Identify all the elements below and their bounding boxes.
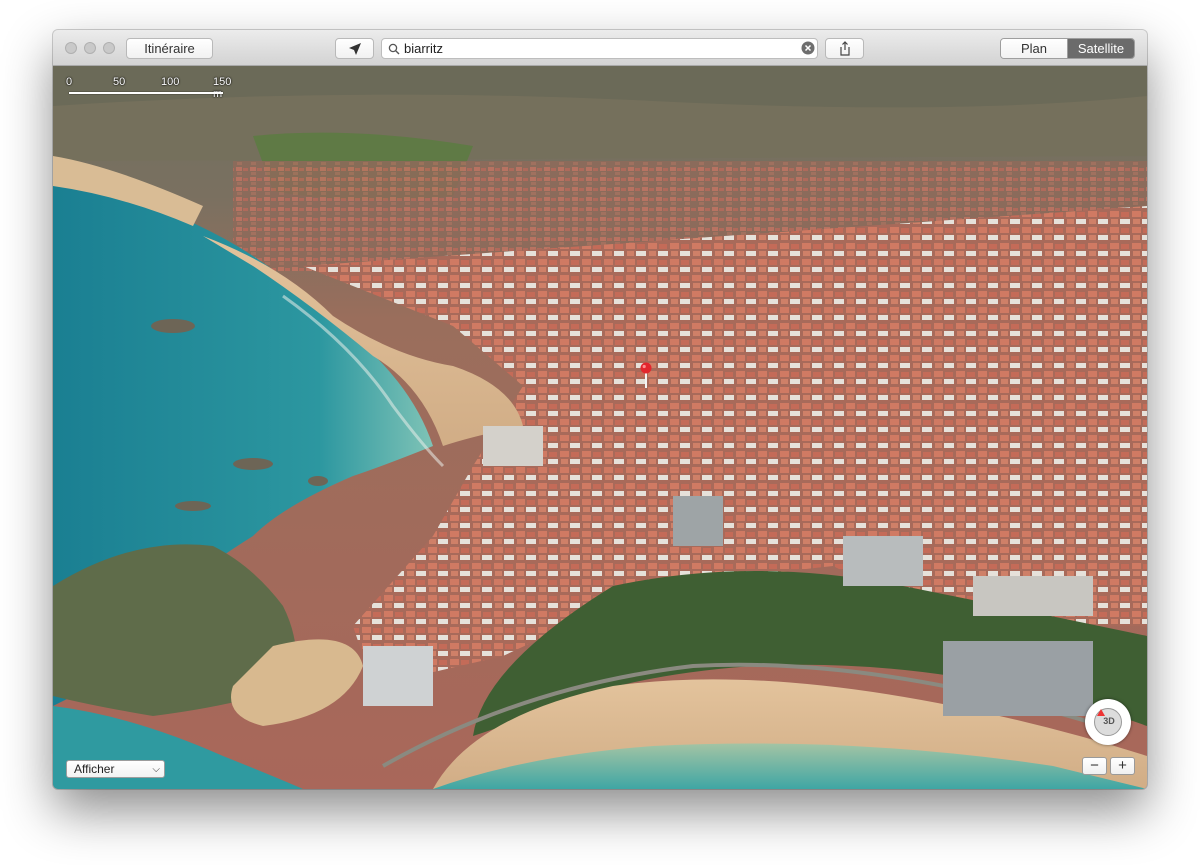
view-mode-control: Plan Satellite bbox=[1000, 38, 1135, 59]
chevron-down-icon: ⌵ bbox=[152, 764, 160, 775]
display-menu[interactable]: Afficher ⌵ bbox=[66, 760, 165, 778]
toolbar: Itinéraire biarritz Plan Satellite bbox=[53, 30, 1147, 66]
share-button[interactable] bbox=[825, 38, 864, 59]
compass-3d-label: 3D bbox=[1103, 716, 1115, 726]
compass-icon[interactable]: 3D bbox=[1085, 699, 1131, 745]
compass-dial: 3D bbox=[1094, 708, 1122, 736]
zoom-out-button[interactable]: − bbox=[1082, 757, 1107, 775]
location-arrow-icon bbox=[349, 43, 361, 55]
minimize-window-button[interactable] bbox=[84, 42, 96, 54]
scale-bar: 0 50 100 150 m bbox=[66, 76, 231, 100]
current-location-button[interactable] bbox=[335, 38, 374, 59]
display-menu-label: Afficher bbox=[74, 762, 115, 776]
satellite-view-button[interactable]: Satellite bbox=[1068, 39, 1134, 58]
search-icon bbox=[388, 43, 400, 55]
zoom-in-button[interactable]: + bbox=[1110, 757, 1135, 775]
scale-line bbox=[69, 92, 223, 94]
scale-label-150: 150 m bbox=[213, 76, 232, 100]
compass-needle bbox=[1097, 709, 1105, 716]
scale-label-0: 0 bbox=[66, 76, 73, 88]
search-field[interactable]: biarritz bbox=[381, 38, 818, 59]
location-pin-icon[interactable] bbox=[639, 362, 653, 393]
plan-view-button[interactable]: Plan bbox=[1001, 39, 1068, 58]
zoom-window-button[interactable] bbox=[103, 42, 115, 54]
clear-search-icon[interactable] bbox=[801, 41, 815, 55]
itinerary-button[interactable]: Itinéraire bbox=[126, 38, 213, 59]
zoom-control: − + bbox=[1082, 757, 1135, 776]
share-icon bbox=[840, 41, 850, 56]
satellite-map[interactable]: 0 50 100 150 m Afficher ⌵ 3D − + bbox=[53, 66, 1147, 789]
search-input-value: biarritz bbox=[404, 41, 444, 56]
maps-window: Itinéraire biarritz Plan Satellite 0 50 … bbox=[53, 30, 1147, 789]
scale-label-100: 100 bbox=[161, 76, 180, 88]
scale-label-50: 50 bbox=[113, 76, 126, 88]
map-imagery bbox=[53, 66, 1147, 789]
close-window-button[interactable] bbox=[65, 42, 77, 54]
